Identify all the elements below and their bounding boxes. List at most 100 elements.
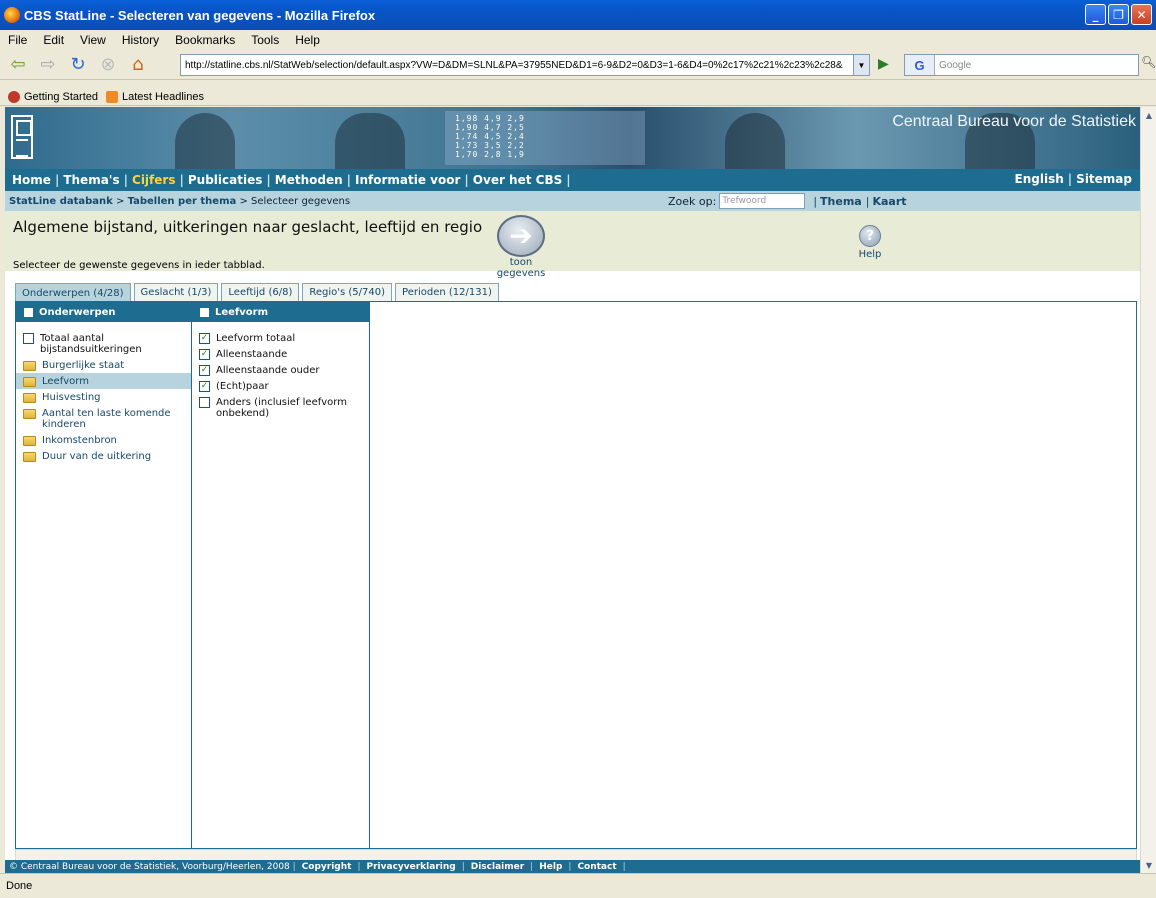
scroll-up-icon[interactable]: ▲ xyxy=(1141,107,1156,123)
cbs-banner: 1,98 4,9 2,9 1,90 4,7 2,5 1,74 4,5 2,4 1… xyxy=(5,107,1140,169)
url-bar[interactable]: http://statline.cbs.nl/StatWeb/selection… xyxy=(180,54,870,76)
reload-icon[interactable]: ↻ xyxy=(66,53,90,77)
menu-tools[interactable]: Tools xyxy=(243,33,287,47)
scroll-down-icon[interactable]: ▼ xyxy=(1141,857,1156,873)
google-engine-icon[interactable]: G xyxy=(905,55,935,75)
close-window-button[interactable]: ✕ xyxy=(1131,4,1152,25)
keyword-search-input[interactable]: Trefwoord xyxy=(719,193,806,209)
menu-history[interactable]: History xyxy=(114,33,167,47)
menu-help[interactable]: Help xyxy=(287,33,328,47)
selection-panel: Onderwerpen Totaal aantal bijstandsuitke… xyxy=(15,301,1137,849)
tab-leeftijd[interactable]: Leeftijd (6/8) xyxy=(221,283,300,301)
nav-informatie-voor[interactable]: Informatie voor xyxy=(351,173,464,187)
item-label: Burgerlijke staat xyxy=(42,360,125,371)
leefvorm-header: Leefvorm xyxy=(192,302,369,322)
page-subtitle: Selecteer de gewenste gegevens in ieder … xyxy=(13,260,265,271)
search-bar[interactable]: G Google xyxy=(904,54,1139,76)
search-area: Zoek op: Trefwoord | Thema | Kaart xyxy=(668,193,907,209)
list-item-alleenstaande-ouder[interactable]: ✓ Alleenstaande ouder xyxy=(192,362,369,378)
menu-edit[interactable]: Edit xyxy=(35,33,72,47)
help-icon: ? xyxy=(859,225,881,247)
banner-photo-figure xyxy=(175,113,235,169)
folder-duur-uitkering[interactable]: Duur van de uitkering xyxy=(16,448,191,464)
help-label: Help xyxy=(858,249,882,260)
breadcrumb-separator: > xyxy=(116,195,125,207)
checked-checkbox[interactable]: ✓ xyxy=(199,333,210,344)
url-dropdown-icon[interactable]: ▼ xyxy=(853,55,869,75)
vertical-scrollbar[interactable]: ▲ ▼ xyxy=(1140,107,1156,873)
nav-over-het-cbs[interactable]: Over het CBS xyxy=(469,173,566,187)
thema-link[interactable]: Thema xyxy=(820,195,862,208)
breadcrumb-tabellen[interactable]: Tabellen per thema xyxy=(128,196,237,207)
folder-burgerlijke-staat[interactable]: Burgerlijke staat xyxy=(16,357,191,373)
select-all-checkbox[interactable] xyxy=(24,307,33,317)
nav-themas[interactable]: Thema's xyxy=(59,173,123,187)
footer-privacy-link[interactable]: Privacyverklaring xyxy=(361,862,462,872)
folder-huisvesting[interactable]: Huisvesting xyxy=(16,389,191,405)
checked-checkbox[interactable]: ✓ xyxy=(199,381,210,392)
folder-aantal-kinderen[interactable]: Aantal ten laste komende kinderen xyxy=(16,405,191,432)
footer-copyright: © Centraal Bureau voor de Statistiek, Vo… xyxy=(9,861,290,872)
search-icon[interactable]: 🔍︎ xyxy=(1141,55,1156,75)
stop-icon[interactable]: ⊗ xyxy=(96,53,120,77)
maximize-button[interactable]: ❐ xyxy=(1108,4,1129,25)
nav-home[interactable]: Home xyxy=(8,173,55,187)
cbs-logo[interactable] xyxy=(11,115,33,159)
checked-checkbox[interactable]: ✓ xyxy=(199,349,210,360)
help-button[interactable]: ? Help xyxy=(853,225,887,260)
bookmark-getting-started[interactable]: Getting Started xyxy=(8,90,98,103)
footer-disclaimer-link[interactable]: Disclaimer xyxy=(465,862,530,872)
org-name: Centraal Bureau voor de Statistiek xyxy=(892,113,1136,130)
toon-gegevens-button[interactable]: ➔ toon gegevens xyxy=(489,215,553,279)
checked-checkbox[interactable]: ✓ xyxy=(199,365,210,376)
nav-publicaties[interactable]: Publicaties xyxy=(184,173,267,187)
item-label: Inkomstenbron xyxy=(42,435,117,446)
item-label: Leefvorm totaal xyxy=(216,333,296,344)
checkbox[interactable] xyxy=(23,333,34,344)
tab-perioden[interactable]: Perioden (12/131) xyxy=(395,283,499,301)
item-label: Huisvesting xyxy=(42,392,101,403)
nav-cijfers[interactable]: Cijfers xyxy=(128,173,179,187)
item-label: Alleenstaande xyxy=(216,349,288,360)
back-icon[interactable]: ⇦ xyxy=(6,53,30,77)
kaart-link[interactable]: Kaart xyxy=(872,195,906,208)
nav-methoden[interactable]: Methoden xyxy=(271,173,347,187)
footer-help-link[interactable]: Help xyxy=(533,862,568,872)
tab-onderwerpen[interactable]: Onderwerpen (4/28) xyxy=(15,283,131,302)
list-item-anders[interactable]: Anders (inclusief leefvorm onbekend) xyxy=(192,394,369,421)
list-item-totaal[interactable]: Totaal aantal bijstandsuitkeringen xyxy=(16,330,191,357)
select-all-checkbox[interactable] xyxy=(200,307,209,317)
checkbox[interactable] xyxy=(199,397,210,408)
folder-inkomstenbron[interactable]: Inkomstenbron xyxy=(16,432,191,448)
onderwerpen-header: Onderwerpen xyxy=(16,302,191,322)
list-item-alleenstaande[interactable]: ✓ Alleenstaande xyxy=(192,346,369,362)
banner-photo-figure xyxy=(335,113,405,169)
forward-icon[interactable]: ⇨ xyxy=(36,53,60,77)
bookmark-latest-headlines[interactable]: Latest Headlines xyxy=(106,90,204,103)
toon-gegevens-label: toon gegevens xyxy=(496,257,546,279)
breadcrumb-statline[interactable]: StatLine databank xyxy=(9,196,113,207)
arrow-right-icon: ➔ xyxy=(497,215,545,257)
tab-regios[interactable]: Regio's (5/740) xyxy=(302,283,393,301)
nav-sitemap[interactable]: Sitemap xyxy=(1072,172,1136,186)
nav-english[interactable]: English xyxy=(1011,172,1068,186)
url-text: http://statline.cbs.nl/StatWeb/selection… xyxy=(185,59,843,71)
search-placeholder: Google xyxy=(939,59,972,71)
breadcrumb-separator: > xyxy=(239,195,248,207)
folder-icon xyxy=(23,393,36,403)
minimize-button[interactable]: _ xyxy=(1085,4,1106,25)
list-item-echtpaar[interactable]: ✓ (Echt)paar xyxy=(192,378,369,394)
menu-view[interactable]: View xyxy=(72,33,114,47)
menu-bookmarks[interactable]: Bookmarks xyxy=(167,33,243,47)
footer-contact-link[interactable]: Contact xyxy=(571,862,622,872)
folder-leefvorm[interactable]: Leefvorm xyxy=(16,373,191,389)
tab-geslacht[interactable]: Geslacht (1/3) xyxy=(133,283,219,301)
list-item-leefvorm-totaal[interactable]: ✓ Leefvorm totaal xyxy=(192,330,369,346)
footer-copyright-link[interactable]: Copyright xyxy=(296,862,358,872)
home-icon[interactable]: ⌂ xyxy=(126,53,150,77)
web-page: 1,98 4,9 2,9 1,90 4,7 2,5 1,74 4,5 2,4 1… xyxy=(5,107,1140,873)
menu-file[interactable]: File xyxy=(0,33,35,47)
go-icon[interactable]: ▶ xyxy=(878,56,889,72)
bookmark-label: Getting Started xyxy=(24,90,98,103)
banner-number-row: 1,98 4,9 2,9 xyxy=(455,114,525,123)
